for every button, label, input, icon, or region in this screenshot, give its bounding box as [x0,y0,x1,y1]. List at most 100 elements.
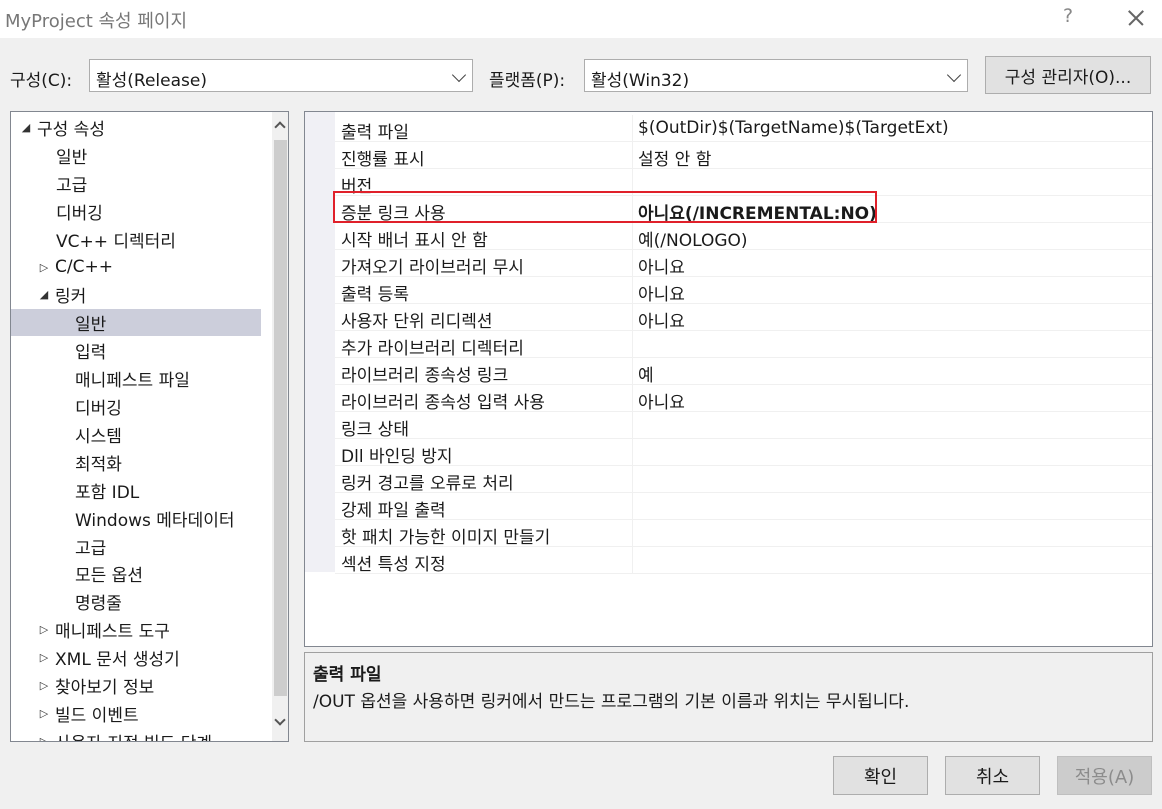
help-icon[interactable]: ? [1058,5,1078,29]
tree-item[interactable]: 명령줄 [11,588,261,615]
tree-item[interactable]: ▷ 찾아보기 정보 [11,672,261,699]
collapse-arrow-icon[interactable]: ◢ [37,288,51,301]
property-row[interactable]: 핫 패치 가능한 이미지 만들기 [335,520,1152,548]
column-divider [632,385,633,412]
property-value[interactable]: $(OutDir)$(TargetName)$(TargetExt) [638,118,949,138]
tree-item[interactable]: ▷ C/C++ [11,254,261,281]
expand-arrow-icon[interactable]: ▷ [37,735,51,741]
property-row[interactable]: 진행률 표시 설정 안 함 [335,142,1152,170]
tree-item[interactable]: 시스템 [11,421,261,448]
property-name: 진행률 표시 [341,150,425,170]
tree-item[interactable]: 매니페스트 파일 [11,365,261,392]
ok-button[interactable]: 확인 [833,756,928,795]
tree-item[interactable]: 일반 [11,309,261,337]
property-name: 출력 파일 [341,123,409,143]
property-row[interactable]: 출력 등록 아니요 [335,277,1152,305]
column-divider [632,331,633,358]
tree-item-label: 구성 속성 [37,120,105,140]
platform-dropdown[interactable]: 활성(Win32) [584,59,968,92]
chevron-down-icon [451,67,467,83]
tree-item[interactable]: 디버깅 [11,393,261,420]
tree-item[interactable]: 일반 [11,142,261,169]
property-row[interactable]: 가져오기 라이브러리 무시 아니요 [335,250,1152,278]
property-row[interactable]: 섹션 특성 지정 [335,547,1152,575]
property-row[interactable]: 라이브러리 종속성 입력 사용 아니요 [335,385,1152,413]
property-value[interactable]: 예(/NOLOGO) [638,226,748,251]
config-manager-button[interactable]: 구성 관리자(O)... [985,56,1151,94]
property-row[interactable]: 추가 라이브러리 디렉터리 [335,331,1152,359]
tree-item[interactable]: VC++ 디렉터리 [11,226,261,253]
config-dropdown[interactable]: 활성(Release) [89,59,473,92]
column-divider [632,304,633,331]
tree-item[interactable]: 모든 옵션 [11,560,261,587]
tree-item-label: 모든 옵션 [75,566,143,587]
column-divider [632,520,633,547]
tree-item[interactable]: 최적화 [11,449,261,476]
tree-item[interactable]: 입력 [11,337,261,364]
column-divider [632,493,633,520]
tree-item[interactable]: ◢ 링커 [11,281,261,308]
property-name: 출력 등록 [341,285,409,305]
property-tree[interactable]: ◢ 구성 속성 일반 고급 디버깅 VC++ 디렉터리 ▷ C/C++ ◢ 링커 일반 입력 매니페스트… [10,111,289,742]
tree-item-label: 입력 [75,343,107,364]
expand-arrow-icon[interactable]: ▷ [37,651,51,664]
tree-item[interactable]: Windows 메타데이터 [11,505,261,532]
description-panel: 출력 파일 /OUT 옵션을 사용하면 링커에서 만드는 프로그램의 기본 이름… [304,652,1153,742]
column-divider [632,439,633,466]
tree-item[interactable]: 디버깅 [11,198,261,225]
property-name: Dll 바인딩 방지 [341,447,453,467]
scroll-down-icon[interactable] [274,714,286,726]
property-value[interactable]: 아니요 [638,388,685,413]
property-row[interactable]: 링커 경고를 오류로 처리 [335,466,1152,494]
tree-item[interactable]: 고급 [11,533,261,560]
cancel-button[interactable]: 취소 [945,756,1040,795]
tree-item-label: 빌드 이벤트 [55,705,139,726]
tree-item[interactable]: ▷ 매니페스트 도구 [11,616,261,643]
tree-item-label: 사용자 지정 빌드 단계 [55,729,212,741]
property-name: 링크 상태 [341,420,409,440]
tree-item[interactable]: ▷ XML 문서 생성기 [11,644,261,671]
description-text: /OUT 옵션을 사용하면 링커에서 만드는 프로그램의 기본 이름과 위치는 … [313,692,910,712]
collapse-arrow-icon[interactable]: ◢ [19,121,33,134]
tree-item-label: 일반 [75,315,107,336]
expand-arrow-icon[interactable]: ▷ [37,623,51,636]
property-row[interactable]: 사용자 단위 리디렉션 아니요 [335,304,1152,332]
expand-arrow-icon[interactable]: ▷ [37,707,51,720]
tree-item-label: 명령줄 [75,594,122,615]
property-row[interactable]: Dll 바인딩 방지 [335,439,1152,467]
window-title: MyProject 속성 페이지 [5,11,188,32]
expand-arrow-icon[interactable]: ▷ [37,261,51,274]
tree-item[interactable]: ▷ 빌드 이벤트 [11,700,261,727]
property-row[interactable]: 라이브러리 종속성 링크 예 [335,358,1152,386]
property-value[interactable]: 아니요 [638,253,685,278]
tree-item-label: C/C++ [55,257,113,277]
tree-scrollbar[interactable] [272,112,288,741]
tree-item[interactable]: ▷ 사용자 지정 빌드 단계 [11,728,261,741]
property-value[interactable]: 설정 안 함 [638,145,711,170]
scroll-thumb[interactable] [274,140,287,696]
column-divider [632,142,633,169]
description-title: 출력 파일 [313,665,382,685]
property-value[interactable]: 아니요 [638,307,685,332]
property-value[interactable]: 아니요 [638,280,685,305]
property-value[interactable]: 예 [638,361,654,386]
column-divider [632,358,633,385]
expand-arrow-icon[interactable]: ▷ [37,679,51,692]
property-row[interactable]: 출력 파일 $(OutDir)$(TargetName)$(TargetExt) [335,115,1152,143]
tree-item-label: 고급 [56,175,88,196]
highlight-annotation [333,191,877,223]
config-value: 활성(Release) [96,71,207,91]
close-icon[interactable] [1118,2,1154,34]
property-row[interactable]: 링크 상태 [335,412,1152,440]
tree-item[interactable]: 고급 [11,170,261,197]
property-row[interactable]: 강제 파일 출력 [335,493,1152,521]
scroll-up-icon[interactable] [274,121,286,133]
column-divider [632,277,633,304]
property-name: 섹션 특성 지정 [341,555,446,575]
tree-item-label: 최적화 [75,454,122,475]
tree-item-label: Windows 메타데이터 [75,510,235,531]
tree-item[interactable]: ◢ 구성 속성 [11,114,261,141]
tree-item[interactable]: 포함 IDL [11,477,261,504]
property-row[interactable]: 시작 배너 표시 안 함 예(/NOLOGO) [335,223,1152,251]
apply-button[interactable]: 적용(A) [1057,756,1152,795]
